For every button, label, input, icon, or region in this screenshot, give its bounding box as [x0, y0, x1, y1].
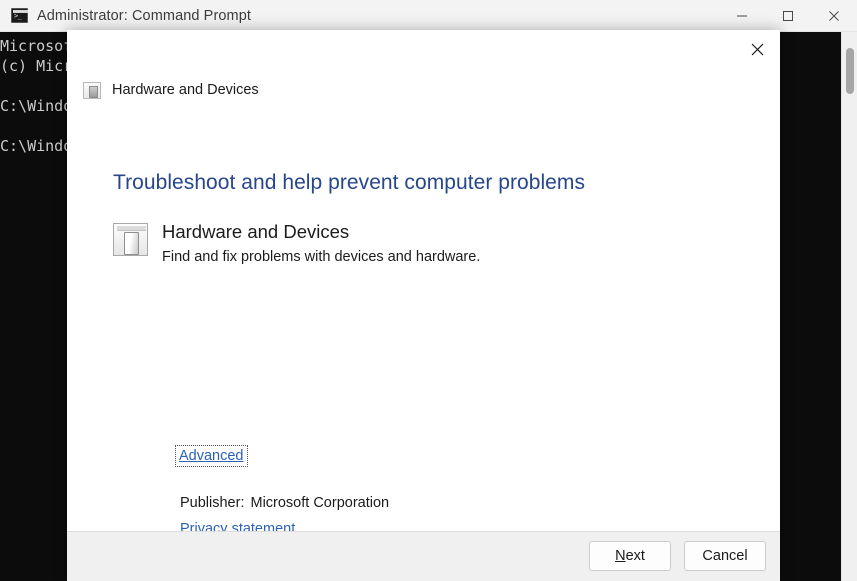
troubleshooter-item-description: Find and fix problems with devices and h…: [162, 249, 481, 265]
publisher-line: Publisher: Microsoft Corporation: [180, 495, 389, 511]
dialog-footer: Next Cancel: [67, 531, 780, 581]
console-scrollbar-thumb[interactable]: [846, 48, 854, 94]
dialog-header-label: Hardware and Devices: [112, 82, 259, 98]
screen: Administrator: Command Prompt Microsof (…: [0, 0, 857, 581]
hardware-devices-icon: [113, 223, 148, 256]
publisher-value: Microsoft Corporation: [250, 495, 390, 511]
next-button-label: ext: [625, 548, 645, 564]
maximize-icon[interactable]: [765, 0, 811, 32]
window-controls: [719, 0, 857, 32]
troubleshooter-dialog: Hardware and Devices Troubleshoot and he…: [67, 30, 780, 581]
publisher-label: Publisher:: [180, 495, 245, 511]
window-title: Administrator: Command Prompt: [37, 7, 252, 24]
dialog-footer-buttons: Next Cancel: [589, 541, 766, 571]
next-button[interactable]: Next: [589, 541, 671, 571]
troubleshooter-item: Hardware and Devices Find and fix proble…: [113, 220, 480, 267]
command-prompt-icon: [11, 8, 28, 23]
console-scrollbar[interactable]: [841, 32, 857, 581]
advanced-link[interactable]: Advanced: [175, 445, 248, 467]
close-icon[interactable]: [811, 0, 857, 32]
page-title: Troubleshoot and help prevent computer p…: [113, 171, 586, 194]
dialog-header: Hardware and Devices: [83, 78, 259, 102]
cancel-button[interactable]: Cancel: [684, 541, 766, 571]
minimize-icon[interactable]: [719, 0, 765, 32]
troubleshooter-item-title: Hardware and Devices: [162, 221, 350, 242]
dialog-close-icon[interactable]: [734, 30, 780, 68]
troubleshooter-item-texts: Hardware and Devices Find and fix proble…: [162, 220, 480, 267]
window-titlebar[interactable]: Administrator: Command Prompt: [0, 0, 857, 32]
next-button-accel: N: [615, 548, 626, 564]
console-text: Microsof (c) Micr C:\Windo C:\Windo: [0, 37, 73, 155]
hardware-devices-icon: [83, 81, 101, 99]
